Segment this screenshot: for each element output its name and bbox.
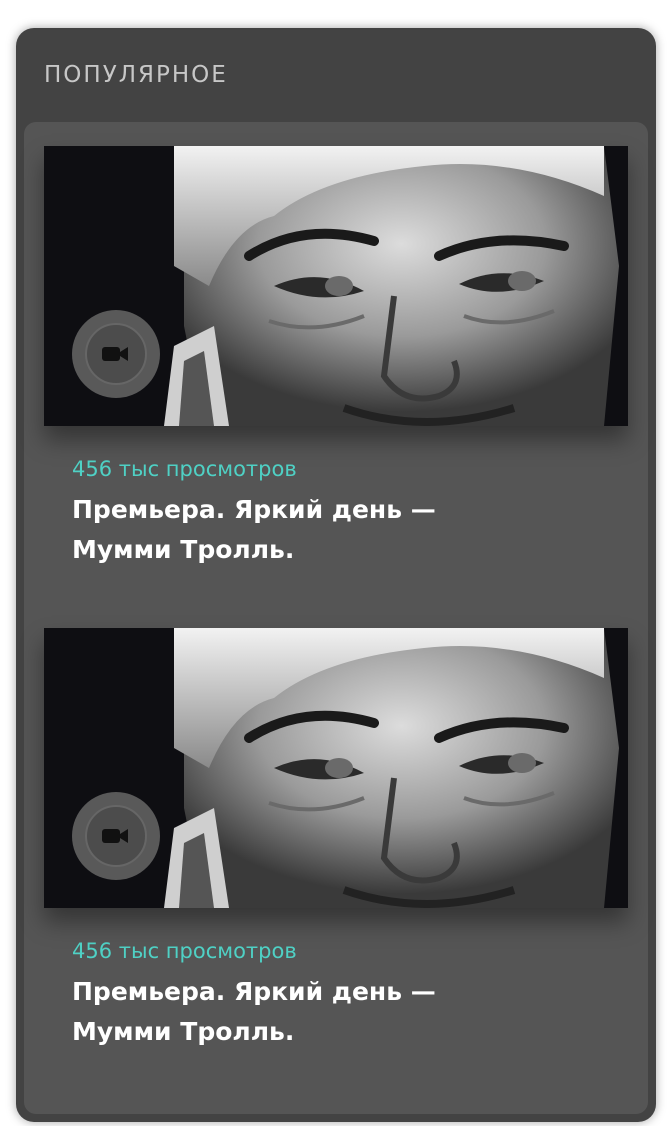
card-meta: 456 тыс просмотров Премьера. Яркий день … [44,426,628,570]
popular-list: 456 тыс просмотров Премьера. Яркий день … [24,122,648,1114]
video-play-button[interactable] [72,310,160,398]
video-camera-icon [102,829,128,843]
video-camera-icon [102,347,128,361]
view-count: 456 тыс просмотров [72,939,297,963]
video-card[interactable]: 456 тыс просмотров Премьера. Яркий день … [44,146,628,570]
video-thumbnail[interactable] [44,146,628,426]
view-count: 456 тыс просмотров [72,457,297,481]
play-button-ring [85,323,147,385]
video-title[interactable]: Премьера. Яркий день — Мумми Тролль. [72,972,502,1052]
play-button-ring [85,805,147,867]
video-title[interactable]: Премьера. Яркий день — Мумми Тролль. [72,490,502,570]
card-meta: 456 тыс просмотров Премьера. Яркий день … [44,908,628,1052]
video-thumbnail[interactable] [44,628,628,908]
section-title: ПОПУЛЯРНОЕ [44,62,228,88]
popular-panel: ПОПУЛЯРНОЕ 456 тыс просмотров Премьера. … [16,28,656,1122]
video-play-button[interactable] [72,792,160,880]
video-card[interactable]: 456 тыс просмотров Премьера. Яркий день … [44,628,628,1052]
